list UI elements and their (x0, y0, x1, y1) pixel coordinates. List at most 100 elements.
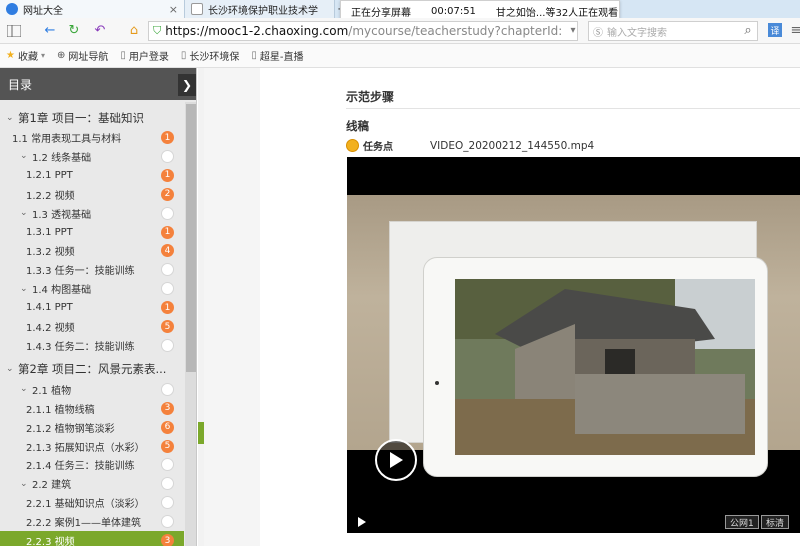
toc-item-label: 2.1.2 植物钢笔淡彩 (26, 423, 115, 435)
chevron-down-icon[interactable]: ⌄ (20, 479, 32, 489)
home-icon[interactable]: ⌂ (126, 22, 142, 38)
toc-item-label: 2.1 植物 (32, 385, 72, 397)
chevron-down-icon[interactable]: ⌄ (20, 284, 32, 294)
toc-item-label: 1.2.2 视频 (26, 190, 75, 202)
toc-item[interactable]: 2.1.4 任务三：技能训练 (0, 455, 184, 474)
toc-item[interactable]: 1.2.1 PPT 1 (0, 166, 184, 185)
chevron-down-icon[interactable]: ⌄ (20, 151, 32, 161)
tab-close-icon[interactable]: × (169, 3, 178, 16)
play-icon[interactable] (357, 516, 367, 531)
toc-item[interactable]: 2.2.2 案例1——单体建筑 (0, 512, 184, 531)
toc-item-label: 2.1.3 拓展知识点（水彩） (26, 442, 145, 454)
bookmark-live[interactable]: ▯ 超星-直播 (245, 48, 309, 63)
url-main: https://mooc1-2.chaoxing.com (165, 24, 349, 38)
chevron-down-icon[interactable]: ⌄ (20, 208, 32, 218)
toc-item[interactable]: 2.1.3 拓展知识点（水彩） 5 (0, 437, 184, 456)
toc-item[interactable]: 2.1.1 植物线稿 3 (0, 399, 184, 418)
sidebar-toggle-icon[interactable] (6, 23, 22, 39)
toc-item[interactable]: 1.3.2 视频 4 (0, 241, 184, 260)
toc-item-label: 2.1.4 任务三：技能训练 (26, 461, 135, 473)
toc-item[interactable]: 2.1.2 植物钢笔淡彩 6 (0, 418, 184, 437)
sidebar-scrollbar[interactable] (185, 102, 196, 546)
toc-item[interactable]: ⌄ 1.4 构图基础 (0, 279, 184, 298)
toc-item-label: 2.2.1 基础知识点（淡彩） (26, 499, 145, 511)
toc-item[interactable]: 2.2.3 视频 3 (0, 531, 184, 546)
bookmark-nav[interactable]: ⊕ 网址导航 (51, 48, 114, 63)
task-count-badge: 5 (161, 320, 174, 333)
toc-item-label: 1.3.3 任务一：技能训练 (26, 266, 135, 278)
toc-item[interactable]: 2.2.1 基础知识点（淡彩） (0, 493, 184, 512)
status-circle (161, 458, 174, 472)
search-icon[interactable]: ⌕ (740, 22, 756, 38)
toc-item[interactable]: 1.1 常用表现工具与材料 1 (0, 128, 184, 147)
toc-item-label: 1.4.3 任务二：技能训练 (26, 341, 135, 353)
status-circle (161, 206, 174, 220)
toc-item-label: 1.3.2 视频 (26, 247, 75, 259)
search-input[interactable]: Ⓢ 输入文字搜索 (588, 21, 758, 41)
chevron-down-icon[interactable]: ⌄ (6, 113, 18, 123)
refresh-icon[interactable]: ↻ (66, 22, 82, 38)
bookmark-login[interactable]: ▯ 用户登录 (114, 48, 175, 63)
toc-item-label: 2.2.2 案例1——单体建筑 (26, 518, 141, 530)
dropdown-icon[interactable]: ▾ (565, 22, 581, 38)
status-circle (161, 338, 174, 352)
scrollbar-thumb[interactable] (186, 104, 196, 372)
line-select-button[interactable]: 公网1 (725, 515, 759, 529)
bookmark-favorites[interactable]: ★ 收藏 ▾ (0, 48, 51, 63)
toc-item[interactable]: 1.3.3 任务一：技能训练 (0, 260, 184, 279)
toc-item[interactable]: 1.2.2 视频 2 (0, 185, 184, 204)
toc-item[interactable]: ⌄ 2.2 建筑 (0, 474, 184, 493)
toc-item-label: 2.2.3 视频 (26, 537, 75, 546)
tab-title: 网址大全 (23, 5, 63, 17)
toc-item[interactable]: 1.3.1 PPT 1 (0, 223, 184, 242)
status-circle (161, 282, 174, 296)
toc-item[interactable]: 1.4.3 任务二：技能训练 (0, 336, 184, 355)
bookmark-env[interactable]: ▯ 长沙环境保 (175, 48, 246, 63)
status-circle (161, 382, 174, 396)
share-timer: 00:07:51 (431, 5, 476, 17)
undo-icon[interactable]: ↶ (92, 22, 108, 38)
sidebar-title: 目录 (8, 77, 33, 92)
toc-item-label: 1.2 线条基础 (32, 152, 92, 164)
task-point: 任务点 (346, 138, 393, 153)
globe-icon: ⊕ (56, 50, 66, 61)
toc-item-label: 1.1 常用表现工具与材料 (12, 134, 122, 145)
sidebar-header: 目录 ❯ (0, 68, 196, 100)
toc-chapter[interactable]: ⌄ 第1章 项目一：基础知识 (0, 108, 184, 127)
video-player[interactable]: 公网1 标清 (347, 157, 800, 533)
toc-item[interactable]: 1.4.1 PPT 1 (0, 298, 184, 317)
task-count-badge: 1 (161, 168, 174, 182)
menu-icon[interactable]: ≡ (788, 22, 800, 38)
video-control-bar: 公网1 标清 (347, 511, 800, 533)
tab-wangzhi[interactable]: 网址大全 × (0, 0, 185, 18)
task-point-label: 任务点 (363, 142, 393, 153)
page-icon: ▯ (180, 50, 187, 61)
toc-item-label: 1.4.2 视频 (26, 323, 75, 334)
play-button[interactable] (375, 439, 417, 481)
address-bar-row: ← ↻ ↶ ⌂ ⛉ https://mooc1-2.chaoxing.com/m… (0, 18, 800, 44)
task-count-badge: 4 (161, 244, 174, 258)
toc-item[interactable]: ⌄ 1.3 透视基础 (0, 204, 184, 223)
divider (346, 108, 800, 109)
quality-select-button[interactable]: 标清 (761, 515, 790, 529)
search-placeholder: 输入文字搜索 (607, 27, 667, 39)
chevron-down-icon[interactable]: ⌄ (20, 384, 32, 394)
translate-icon[interactable]: 译 (768, 23, 782, 37)
chevron-down-icon[interactable]: ⌄ (6, 364, 18, 374)
url-field[interactable]: ⛉ https://mooc1-2.chaoxing.com/mycourse/… (148, 21, 578, 41)
back-icon[interactable]: ← (42, 22, 58, 38)
toc-item-label: 1.4 构图基础 (32, 285, 92, 297)
search-engine-icon: Ⓢ (593, 27, 603, 39)
collapse-sidebar-button[interactable]: ❯ (178, 74, 196, 96)
page-icon: ▯ (120, 50, 126, 61)
task-count-badge: 1 (161, 301, 174, 315)
task-count-badge: 1 (161, 131, 174, 144)
section-title: 示范步骤 (346, 90, 395, 104)
toc-item[interactable]: ⌄ 2.1 植物 (0, 380, 184, 399)
tab-title: 长沙环境保护职业技术学 (208, 5, 318, 17)
toc-item[interactable]: ⌄ 1.2 线条基础 (0, 147, 184, 166)
bookmark-label: 收藏 (17, 52, 38, 63)
toc-chapter[interactable]: ⌄ 第2章 项目二：风景元素表... (0, 360, 184, 379)
tab-course[interactable]: 长沙环境保护职业技术学 (185, 0, 335, 18)
toc-item[interactable]: 1.4.2 视频 5 (0, 317, 184, 336)
